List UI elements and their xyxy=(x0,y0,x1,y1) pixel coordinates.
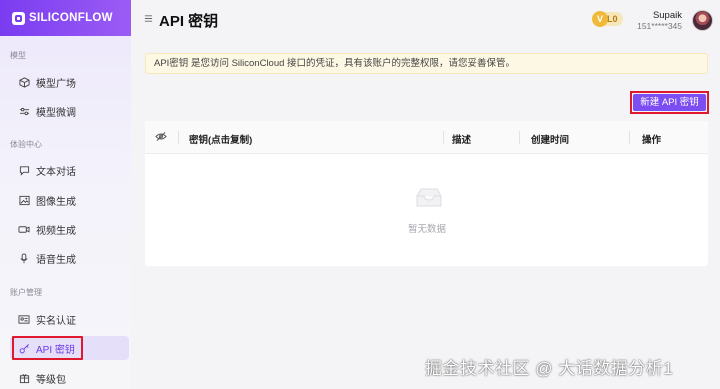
package-icon xyxy=(18,372,30,384)
sidebar-item-model-finetune[interactable]: 模型微调 xyxy=(10,99,129,123)
id-card-icon xyxy=(18,313,30,325)
column-header-actions: 操作 xyxy=(642,135,662,146)
column-header-created: 创建时间 xyxy=(531,135,570,146)
vip-icon: V xyxy=(592,11,608,27)
watermark: 掘金技术社区 @ 大话数据分析1 xyxy=(425,359,674,378)
logo-icon xyxy=(12,11,25,25)
sidebar-item-label: 模型微调 xyxy=(36,107,76,119)
menu-toggle-icon[interactable] xyxy=(144,14,153,26)
sidebar-item-label: 图像生成 xyxy=(36,196,76,208)
logo-text: SILICONFLOW xyxy=(29,12,113,24)
logo[interactable]: SILICONFLOW xyxy=(0,0,131,36)
sliders-icon xyxy=(18,105,30,117)
cube-icon xyxy=(18,76,30,88)
column-divider xyxy=(629,131,630,144)
sidebar-item-label: 等级包 xyxy=(36,374,66,386)
user-name[interactable]: Supaik xyxy=(653,10,682,21)
section-title-model: 模型 xyxy=(10,51,26,60)
highlight-outline: 新建 API 密钥 xyxy=(630,91,709,114)
section-title-account: 账户管理 xyxy=(10,288,42,297)
sidebar-item-model-square[interactable]: 模型广场 xyxy=(10,70,129,94)
sidebar-item-label: 实名认证 xyxy=(36,315,76,327)
sidebar-item-voice-gen[interactable]: 语音生成 xyxy=(10,246,129,270)
level-text: L0 xyxy=(607,14,618,24)
mic-icon xyxy=(18,252,30,264)
chat-icon xyxy=(18,164,30,176)
user-phone: 151*****345 xyxy=(637,21,682,31)
column-divider xyxy=(519,131,520,144)
column-header-key: 密钥(点击复制) xyxy=(189,135,253,146)
video-icon xyxy=(18,223,30,235)
image-icon xyxy=(18,194,30,206)
sidebar-item-video-gen[interactable]: 视频生成 xyxy=(10,217,129,241)
column-header-description: 描述 xyxy=(452,135,472,146)
sidebar-item-label: 语音生成 xyxy=(36,254,76,266)
top-header: API 密钥 V L0 Supaik 151*****345 xyxy=(131,0,720,40)
sidebar-item-package[interactable]: 等级包 xyxy=(10,366,129,389)
eye-off-icon[interactable] xyxy=(155,131,167,145)
sidebar-item-realname[interactable]: 实名认证 xyxy=(10,307,129,331)
empty-state-text: 暂无数据 xyxy=(408,224,447,235)
avatar[interactable] xyxy=(692,10,713,31)
section-title-experience: 体验中心 xyxy=(10,140,42,149)
level-badge[interactable]: V L0 xyxy=(592,11,623,27)
new-api-key-button[interactable]: 新建 API 密钥 xyxy=(633,94,706,111)
sidebar-item-label: 文本对话 xyxy=(36,166,76,178)
page-title: API 密钥 xyxy=(159,13,219,30)
sidebar-item-label: 模型广场 xyxy=(36,78,76,90)
api-key-notice: API密钥 是您访问 SiliconCloud 接口的凭证，具有该账户的完整权限… xyxy=(145,53,708,74)
highlight-outline xyxy=(12,336,83,360)
api-key-table: 密钥(点击复制) 描述 创建时间 操作 暂无数据 xyxy=(145,121,708,266)
column-divider xyxy=(443,131,444,144)
sidebar-item-text-chat[interactable]: 文本对话 xyxy=(10,158,129,182)
sidebar: SILICONFLOW 模型 模型广场 模型微调 体验中心 文本对话 图像生成 … xyxy=(0,0,131,389)
column-divider xyxy=(178,131,179,144)
sidebar-item-label: 视频生成 xyxy=(36,225,76,237)
sidebar-item-image-gen[interactable]: 图像生成 xyxy=(10,188,129,212)
empty-inbox-icon xyxy=(416,188,442,207)
table-header: 密钥(点击复制) 描述 创建时间 操作 xyxy=(145,121,708,154)
